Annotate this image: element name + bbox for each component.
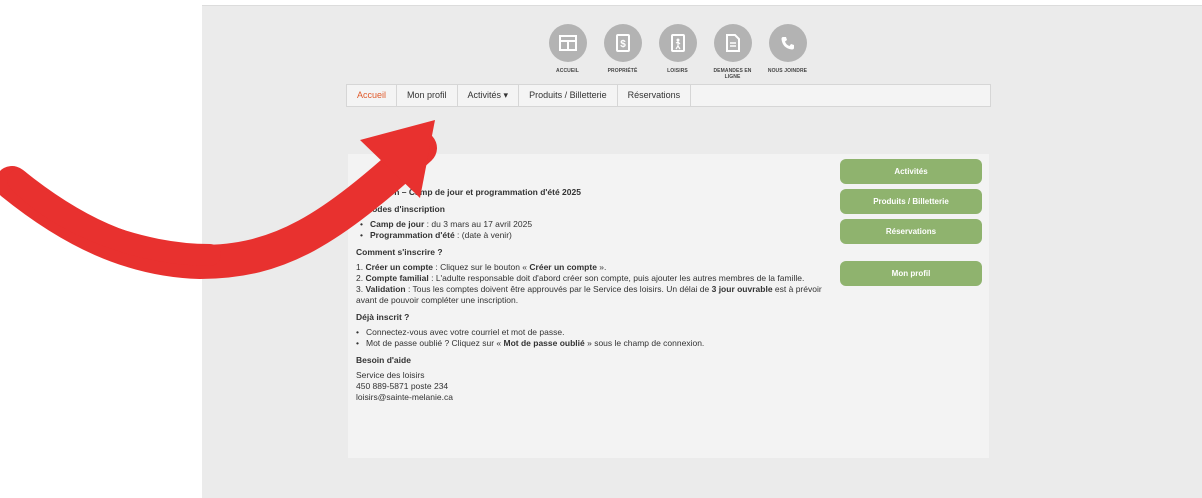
nav-produits-billetterie[interactable]: Produits / Billetterie [519, 85, 618, 106]
already-heading: Déjà inscrit ? [356, 312, 410, 322]
help-email[interactable]: loisirs@sainte-melanie.ca [356, 392, 826, 403]
how-heading: Comment s'inscrire ? [356, 247, 443, 257]
help-phone: 450 889-5871 poste 234 [356, 381, 449, 391]
page-title: Inscription – Camp de jour et programmat… [356, 187, 581, 197]
icon-label[interactable]: ACCUEIL [556, 68, 579, 74]
periods-heading: Périodes d'inscription [356, 204, 445, 214]
sidebar: Activités Produits / Billetterie Réserva… [840, 159, 982, 291]
products-button[interactable]: Produits / Billetterie [840, 189, 982, 214]
home-icon[interactable] [548, 24, 587, 62]
icon-nav-propriete[interactable]: $ PROPRIÉTÉ [595, 24, 650, 80]
icon-nav-loisirs[interactable]: LOISIRS [650, 24, 705, 80]
main-navbar: Accueil Mon profil Activités ▾ Produits … [346, 84, 991, 107]
icon-label[interactable]: NOUS JOINDRE [768, 68, 807, 74]
content-panel: Inscription – Camp de jour et programmat… [348, 154, 989, 458]
nav-activites-dropdown[interactable]: Activités ▾ [458, 85, 520, 106]
phone-icon[interactable] [768, 24, 807, 62]
page-background: ACCUEIL $ PROPRIÉTÉ LOISIRS DEMANDES EN … [202, 5, 1202, 498]
icon-nav-accueil[interactable]: ACCUEIL [540, 24, 595, 80]
step-2: 2. Compte familial : L'adulte responsabl… [356, 273, 805, 283]
help-heading: Besoin d'aide [356, 355, 411, 365]
profile-button[interactable]: Mon profil [840, 261, 982, 286]
activities-button[interactable]: Activités [840, 159, 982, 184]
list-item: • Camp de jour : du 3 mars au 17 avril 2… [360, 219, 533, 229]
nav-accueil[interactable]: Accueil [347, 85, 398, 106]
icon-label[interactable]: DEMANDES EN LIGNE [705, 68, 760, 80]
icon-nav-joindre[interactable]: NOUS JOINDRE [760, 24, 815, 80]
document-icon[interactable] [713, 24, 752, 62]
icon-label[interactable]: PROPRIÉTÉ [608, 68, 638, 74]
step-1: 1. Créer un compte : Cliquez sur le bout… [356, 262, 607, 272]
main-text: Inscription – Camp de jour et programmat… [356, 181, 826, 403]
help-line: Service des loisirs [356, 370, 425, 380]
nav-mon-profil[interactable]: Mon profil [397, 85, 458, 106]
list-item: • Connectez-vous avec votre courriel et … [356, 327, 565, 337]
list-item: • Programmation d'été : (date à venir) [360, 230, 512, 240]
icon-nav-demandes[interactable]: DEMANDES EN LIGNE [705, 24, 760, 80]
dollar-icon[interactable]: $ [603, 24, 642, 62]
svg-text:$: $ [620, 39, 626, 50]
list-item: • Mot de passe oublié ? Cliquez sur « Mo… [356, 338, 705, 348]
icon-label[interactable]: LOISIRS [667, 68, 688, 74]
reservations-button[interactable]: Réservations [840, 219, 982, 244]
top-icon-nav: ACCUEIL $ PROPRIÉTÉ LOISIRS DEMANDES EN … [540, 24, 815, 80]
leisure-icon[interactable] [658, 24, 697, 62]
step-3: 3. Validation : Tous les comptes doivent… [356, 284, 822, 305]
nav-reservations[interactable]: Réservations [618, 85, 692, 106]
